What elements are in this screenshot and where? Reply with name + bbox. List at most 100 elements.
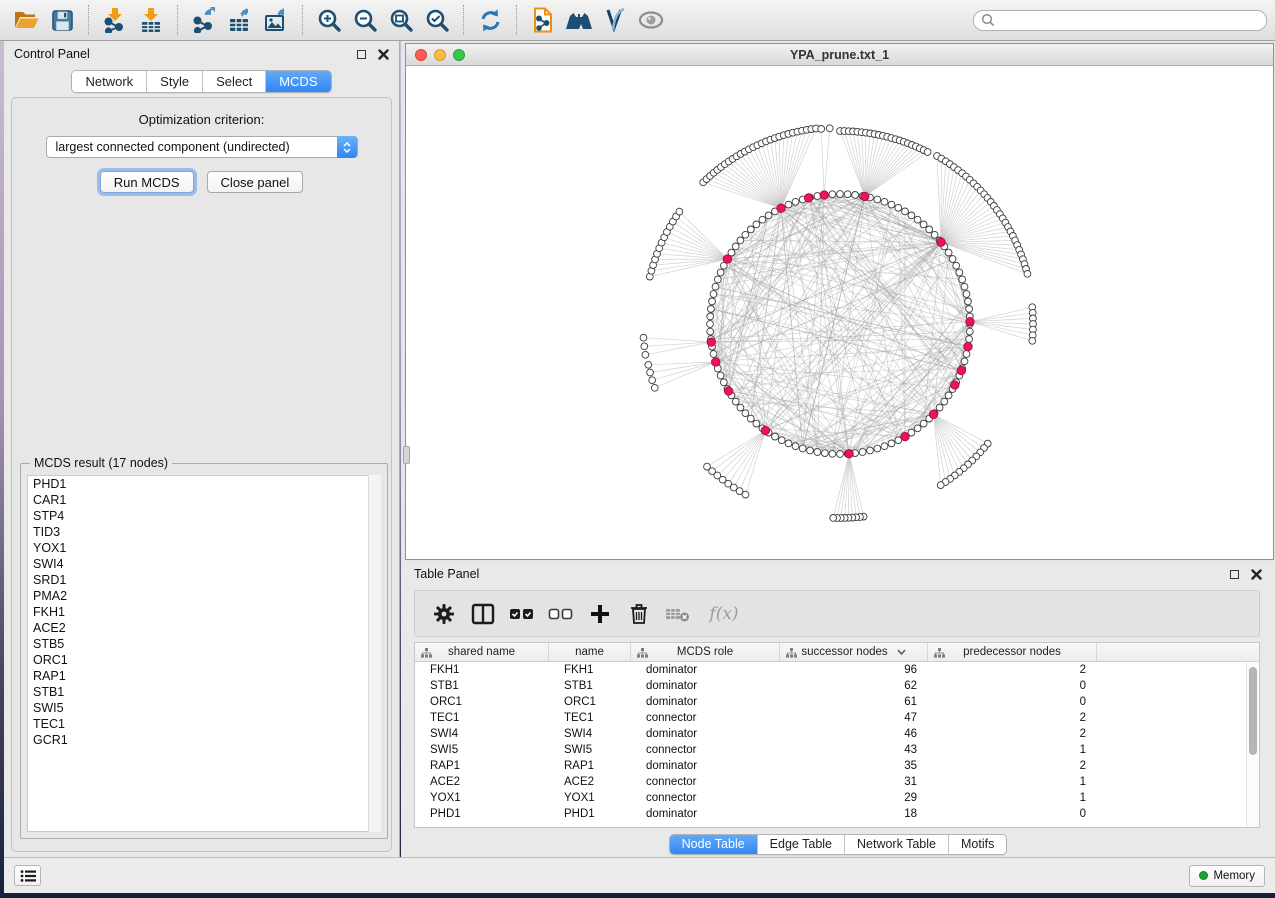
mcds-result-item[interactable]: PHD1 (28, 476, 380, 492)
mcds-node[interactable] (951, 381, 959, 389)
network-node[interactable] (753, 221, 760, 228)
network-node[interactable] (732, 398, 739, 405)
mcds-list-scrollbar[interactable] (368, 475, 381, 832)
network-node[interactable] (737, 237, 744, 244)
network-node[interactable] (966, 328, 973, 335)
column-header-MCDS-role[interactable]: MCDS role (631, 643, 780, 661)
open-file-button[interactable] (8, 3, 44, 37)
mcds-result-item[interactable]: SRD1 (28, 572, 380, 588)
network-node[interactable] (710, 351, 717, 358)
network-node[interactable] (961, 283, 968, 290)
mcds-node[interactable] (957, 366, 965, 374)
network-node[interactable] (926, 226, 933, 233)
mcds-node[interactable] (845, 450, 853, 458)
table-row[interactable]: ORC1ORC1dominator610 (415, 694, 1259, 710)
network-node[interactable] (931, 231, 938, 238)
network-window-titlebar[interactable]: YPA_prune.txt_1 (406, 44, 1273, 66)
mcds-result-item[interactable]: TEC1 (28, 716, 380, 732)
apply-layout-button[interactable] (472, 3, 508, 37)
tab-node-table[interactable]: Node Table (670, 835, 758, 854)
network-search-box[interactable] (973, 10, 1267, 31)
tab-motifs[interactable]: Motifs (949, 835, 1006, 854)
table-row[interactable]: RAP1RAP1dominator352 (415, 758, 1259, 774)
network-node[interactable] (717, 269, 724, 276)
mcds-node[interactable] (937, 238, 945, 246)
mcds-result-item[interactable]: SWI5 (28, 700, 380, 716)
satellite-node[interactable] (645, 361, 652, 368)
tab-network[interactable]: Network (72, 71, 147, 92)
network-node[interactable] (709, 298, 716, 305)
mcds-node[interactable] (901, 432, 909, 440)
mcds-result-item[interactable]: PMA2 (28, 588, 380, 604)
network-node[interactable] (747, 415, 754, 422)
network-node[interactable] (778, 437, 785, 444)
network-node[interactable] (961, 358, 968, 365)
import-table-button[interactable] (133, 3, 169, 37)
table-row[interactable]: PHD1PHD1dominator180 (415, 806, 1259, 822)
network-node[interactable] (717, 372, 724, 379)
network-node[interactable] (742, 231, 749, 238)
network-node[interactable] (829, 191, 836, 198)
export-network-button[interactable] (186, 3, 222, 37)
zoom-out-button[interactable] (347, 3, 383, 37)
mcds-node[interactable] (966, 318, 974, 326)
mcds-result-item[interactable]: SWI4 (28, 556, 380, 572)
network-node[interactable] (852, 192, 859, 199)
run-mcds-button[interactable]: Run MCDS (100, 171, 194, 193)
network-node[interactable] (747, 226, 754, 233)
memory-button[interactable]: Memory (1189, 865, 1265, 887)
satellite-node[interactable] (1024, 270, 1031, 277)
network-node[interactable] (914, 216, 921, 223)
mcds-node[interactable] (929, 410, 937, 418)
select-all-rows-button[interactable] (507, 599, 537, 629)
network-node[interactable] (785, 201, 792, 208)
network-node[interactable] (829, 450, 836, 457)
zoom-selected-button[interactable] (419, 3, 455, 37)
network-node[interactable] (792, 198, 799, 205)
mcds-node[interactable] (724, 387, 732, 395)
mcds-result-item[interactable]: TID3 (28, 524, 380, 540)
satellite-node[interactable] (641, 343, 648, 350)
mcds-result-item[interactable]: STP4 (28, 508, 380, 524)
mcds-node[interactable] (777, 204, 785, 212)
network-node[interactable] (959, 276, 966, 283)
network-node[interactable] (945, 392, 952, 399)
delete-table-button[interactable] (663, 599, 693, 629)
network-node[interactable] (908, 212, 915, 219)
network-node[interactable] (920, 221, 927, 228)
network-node[interactable] (963, 291, 970, 298)
network-node[interactable] (936, 404, 943, 411)
satellite-node[interactable] (1029, 337, 1036, 344)
satellite-node[interactable] (826, 125, 833, 132)
network-node[interactable] (888, 201, 895, 208)
table-row[interactable]: SWI4SWI4dominator462 (415, 726, 1259, 742)
network-node[interactable] (785, 440, 792, 447)
tab-network-table[interactable]: Network Table (845, 835, 949, 854)
network-node[interactable] (966, 306, 973, 313)
network-node[interactable] (799, 445, 806, 452)
network-node[interactable] (707, 321, 714, 328)
mcds-result-item[interactable]: ORC1 (28, 652, 380, 668)
network-node[interactable] (710, 291, 717, 298)
network-node[interactable] (837, 191, 844, 198)
split-pane-handle[interactable] (403, 446, 410, 464)
import-network-button[interactable] (97, 3, 133, 37)
optimization-criterion-select[interactable]: largest connected component (undirected) (46, 136, 358, 158)
mcds-node[interactable] (707, 338, 715, 346)
satellite-node[interactable] (647, 369, 654, 376)
mcds-node[interactable] (861, 192, 869, 200)
network-node[interactable] (920, 420, 927, 427)
save-session-button[interactable] (44, 3, 80, 37)
mcds-node[interactable] (964, 342, 972, 350)
mcds-result-item[interactable]: STB5 (28, 636, 380, 652)
column-header-successor-nodes[interactable]: successor nodes (780, 643, 928, 661)
tab-select[interactable]: Select (203, 71, 266, 92)
scrollbar-thumb[interactable] (1249, 667, 1257, 755)
satellite-node[interactable] (651, 384, 658, 391)
search-input[interactable] (999, 13, 1266, 27)
network-node[interactable] (737, 404, 744, 411)
network-node[interactable] (963, 351, 970, 358)
float-panel-button[interactable] (357, 50, 366, 59)
column-header-name[interactable]: name (549, 643, 631, 661)
show-hide-details-button[interactable] (633, 3, 669, 37)
